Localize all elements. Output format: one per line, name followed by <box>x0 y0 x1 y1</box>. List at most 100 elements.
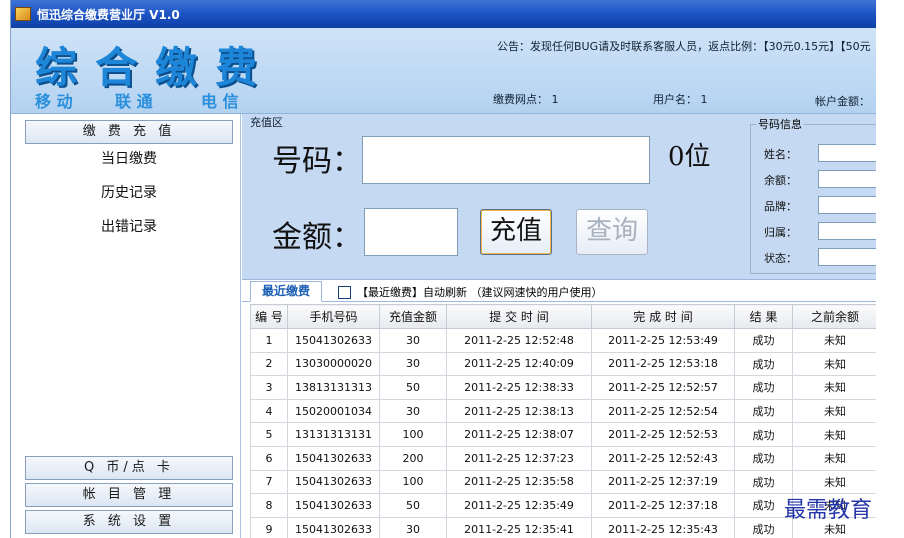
carrier-unicom: 联 通 <box>115 92 153 111</box>
cell-submit-time: 2011-2-25 12:38:07 <box>446 422 592 447</box>
nav-item-errors[interactable]: 出错记录 <box>25 212 233 242</box>
table-row[interactable]: 2 13030000020 30 2011-2-25 12:40:09 2011-2-2… <box>250 351 876 377</box>
cell-submit-time: 2011-2-25 12:37:23 <box>446 445 592 471</box>
recent-payments-table: 编 号 手机号码 充值金额 提 交 时 间 完 成 时 间 结 果 之前余额 1… <box>250 304 876 538</box>
cell-prev-balance: 未知 <box>792 422 876 447</box>
cell-phone: 15041302633 <box>287 328 380 353</box>
amount-input[interactable] <box>364 208 458 256</box>
number-input[interactable] <box>362 136 650 184</box>
recharge-button[interactable]: 充值 <box>480 209 552 255</box>
cell-submit-time: 2011-2-25 12:40:09 <box>446 351 592 377</box>
cell-submit-time: 2011-2-25 12:35:41 <box>446 516 592 538</box>
cell-amount: 200 <box>379 445 447 471</box>
table-row[interactable]: 1 15041302633 30 2011-2-25 12:52:48 2011-2-2… <box>250 328 876 353</box>
username-info: 用户名： 1 <box>653 91 708 107</box>
recent-tabbar: 最近缴费 【最近缴费】自动刷新 （建议网速快的用户使用） <box>242 280 876 302</box>
banner: 综合缴费 移 动 联 通 电 信 公告：发现任何BUG请及时联系客服人员，返点比… <box>11 28 876 114</box>
cell-id: 6 <box>250 445 288 471</box>
col-header-submit-time[interactable]: 提 交 时 间 <box>446 304 592 329</box>
cell-phone: 13813131313 <box>287 375 380 400</box>
col-header-id[interactable]: 编 号 <box>250 304 288 329</box>
name-field[interactable] <box>818 144 876 162</box>
digit-count: 0位 <box>668 142 711 172</box>
outlet-info: 缴费网点： 1 <box>493 91 559 107</box>
cell-prev-balance: 未知 <box>792 469 876 495</box>
auto-refresh-toggle[interactable]: 【最近缴费】自动刷新 （建议网速快的用户使用） <box>338 284 603 300</box>
recharge-area: 充值区 号码： 0位 金额： 充值 查询 号码信息 姓名： 余额： 品牌： 归属… <box>242 114 876 280</box>
cell-complete-time: 2011-2-25 12:52:53 <box>591 422 735 447</box>
cell-submit-time: 2011-2-25 12:38:13 <box>446 398 592 424</box>
query-button[interactable]: 查询 <box>576 209 648 255</box>
table-row[interactable]: 4 15020001034 30 2011-2-25 12:38:13 2011-2-2… <box>250 398 876 424</box>
cell-complete-time: 2011-2-25 12:52:54 <box>591 398 735 424</box>
nav-section-recharge[interactable]: 缴 费 充 值 <box>25 120 233 144</box>
left-nav: 缴 费 充 值 当日缴费 历史记录 出错记录 Q 币/点 卡 帐 目 管 理 系… <box>11 114 241 538</box>
cell-id: 9 <box>250 516 288 538</box>
table-row[interactable]: 9 15041302633 30 2011-2-25 12:35:41 2011-2-2… <box>250 516 876 538</box>
cell-complete-time: 2011-2-25 12:37:18 <box>591 493 735 518</box>
region-field[interactable] <box>818 222 876 240</box>
nav-section-settings[interactable]: 系 统 设 置 <box>25 510 233 534</box>
cell-amount: 100 <box>379 469 447 495</box>
cell-submit-time: 2011-2-25 12:38:33 <box>446 375 592 400</box>
name-label: 姓名： <box>764 148 797 161</box>
auto-refresh-label: 【最近缴费】自动刷新 （建议网速快的用户使用） <box>357 286 603 299</box>
cell-submit-time: 2011-2-25 12:52:48 <box>446 328 592 353</box>
cell-result: 成功 <box>734 445 793 471</box>
cell-submit-time: 2011-2-25 12:35:49 <box>446 493 592 518</box>
cell-complete-time: 2011-2-25 12:52:57 <box>591 375 735 400</box>
app-window: 恒迅综合缴费营业厅 V1.0 综合缴费 移 动 联 通 电 信 公告：发现任何B… <box>10 0 876 538</box>
cell-id: 2 <box>250 351 288 377</box>
carrier-telecom: 电 信 <box>201 92 239 111</box>
main-panel: 充值区 号码： 0位 金额： 充值 查询 号码信息 姓名： 余额： 品牌： 归属… <box>242 114 876 538</box>
table-row[interactable]: 3 13813131313 50 2011-2-25 12:38:33 2011-2-2… <box>250 375 876 400</box>
table-row[interactable]: 8 15041302633 50 2011-2-25 12:35:49 2011-2-2… <box>250 493 876 518</box>
col-header-phone[interactable]: 手机号码 <box>287 304 380 329</box>
col-header-result[interactable]: 结 果 <box>734 304 793 329</box>
cell-id: 4 <box>250 398 288 424</box>
cell-phone: 13131313131 <box>287 422 380 447</box>
amount-label: 金额： <box>272 220 362 255</box>
table-header-row: 编 号 手机号码 充值金额 提 交 时 间 完 成 时 间 结 果 之前余额 <box>250 304 876 329</box>
cell-prev-balance: 未知 <box>792 328 876 353</box>
status-field[interactable] <box>818 248 876 266</box>
nav-section-qcoin[interactable]: Q 币/点 卡 <box>25 456 233 480</box>
auto-refresh-checkbox[interactable] <box>338 285 351 299</box>
brand-field[interactable] <box>818 196 876 214</box>
app-icon <box>15 7 31 21</box>
col-header-prev-balance[interactable]: 之前余额 <box>792 304 876 329</box>
cell-complete-time: 2011-2-25 12:52:43 <box>591 445 735 471</box>
nav-item-today[interactable]: 当日缴费 <box>25 144 233 174</box>
nav-section-account[interactable]: 帐 目 管 理 <box>25 483 233 507</box>
balance-field-label: 余额： <box>764 174 797 187</box>
watermark-text: 最需教育 <box>784 498 873 523</box>
cell-id: 5 <box>250 422 288 447</box>
balance-field[interactable] <box>818 170 876 188</box>
title-bar[interactable]: 恒迅综合缴费营业厅 V1.0 <box>11 0 876 28</box>
cell-amount: 50 <box>379 493 447 518</box>
notice-text: 公告：发现任何BUG请及时联系客服人员，返点比例：【30元0.15元】【50元 <box>497 40 871 53</box>
table-row[interactable]: 7 15041302633 100 2011-2-25 12:35:58 2011-2-… <box>250 469 876 495</box>
cell-submit-time: 2011-2-25 12:35:58 <box>446 469 592 495</box>
cell-phone: 15041302633 <box>287 469 380 495</box>
nav-item-history[interactable]: 历史记录 <box>25 178 233 208</box>
table-row[interactable]: 5 13131313131 100 2011-2-25 12:38:07 2011-2-… <box>250 422 876 447</box>
cell-amount: 30 <box>379 516 447 538</box>
cell-result: 成功 <box>734 422 793 447</box>
table-row[interactable]: 6 15041302633 200 2011-2-25 12:37:23 2011-2-… <box>250 445 876 471</box>
cell-amount: 30 <box>379 328 447 353</box>
cell-prev-balance: 未知 <box>792 398 876 424</box>
cell-id: 7 <box>250 469 288 495</box>
cell-result: 成功 <box>734 469 793 495</box>
cell-id: 3 <box>250 375 288 400</box>
cell-prev-balance: 未知 <box>792 375 876 400</box>
cell-prev-balance: 未知 <box>792 351 876 377</box>
col-header-amount[interactable]: 充值金额 <box>379 304 447 329</box>
tab-recent-payments[interactable]: 最近缴费 <box>250 281 322 302</box>
cell-phone: 15041302633 <box>287 445 380 471</box>
cell-phone: 15041302633 <box>287 516 380 538</box>
username-label: 用户名： <box>653 93 697 106</box>
col-header-complete-time[interactable]: 完 成 时 间 <box>591 304 735 329</box>
username-value: 1 <box>700 93 708 106</box>
cell-phone: 15041302633 <box>287 493 380 518</box>
